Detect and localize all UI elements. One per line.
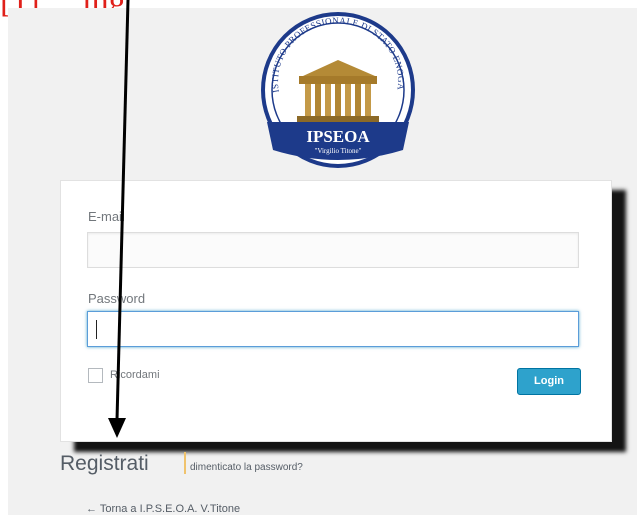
password-field[interactable] (87, 311, 579, 347)
logo-name: IPSEOA (306, 127, 370, 146)
screenshot-stage: [1] ... ing ISTITUTO PROFESSIONALE DI ST… (0, 0, 637, 515)
login-form: E-mail Password Ricordami Login (60, 180, 612, 442)
back-to-site-link[interactable]: ← Torna a I.P.S.E.O.A. V.Titone (86, 503, 240, 515)
password-label: Password (88, 291, 146, 306)
login-button[interactable]: Login (517, 368, 581, 395)
school-logo[interactable]: ISTITUTO PROFESSIONALE DI STATO ENOGASTR… (249, 2, 423, 170)
text-cursor (96, 320, 97, 339)
link-separator (184, 452, 186, 474)
remember-me-label[interactable]: Ricordami (110, 369, 160, 381)
lost-password-link[interactable]: dimenticato la password? (190, 462, 303, 473)
logo-subname: "Virgilio Titone" (315, 147, 362, 155)
school-logo-icon: ISTITUTO PROFESSIONALE DI STATO ENOGASTR… (249, 2, 415, 168)
remember-me-checkbox[interactable] (88, 368, 103, 383)
register-link[interactable]: Registrati (60, 452, 149, 476)
email-label: E-mail (88, 209, 125, 224)
email-field[interactable] (87, 232, 579, 268)
